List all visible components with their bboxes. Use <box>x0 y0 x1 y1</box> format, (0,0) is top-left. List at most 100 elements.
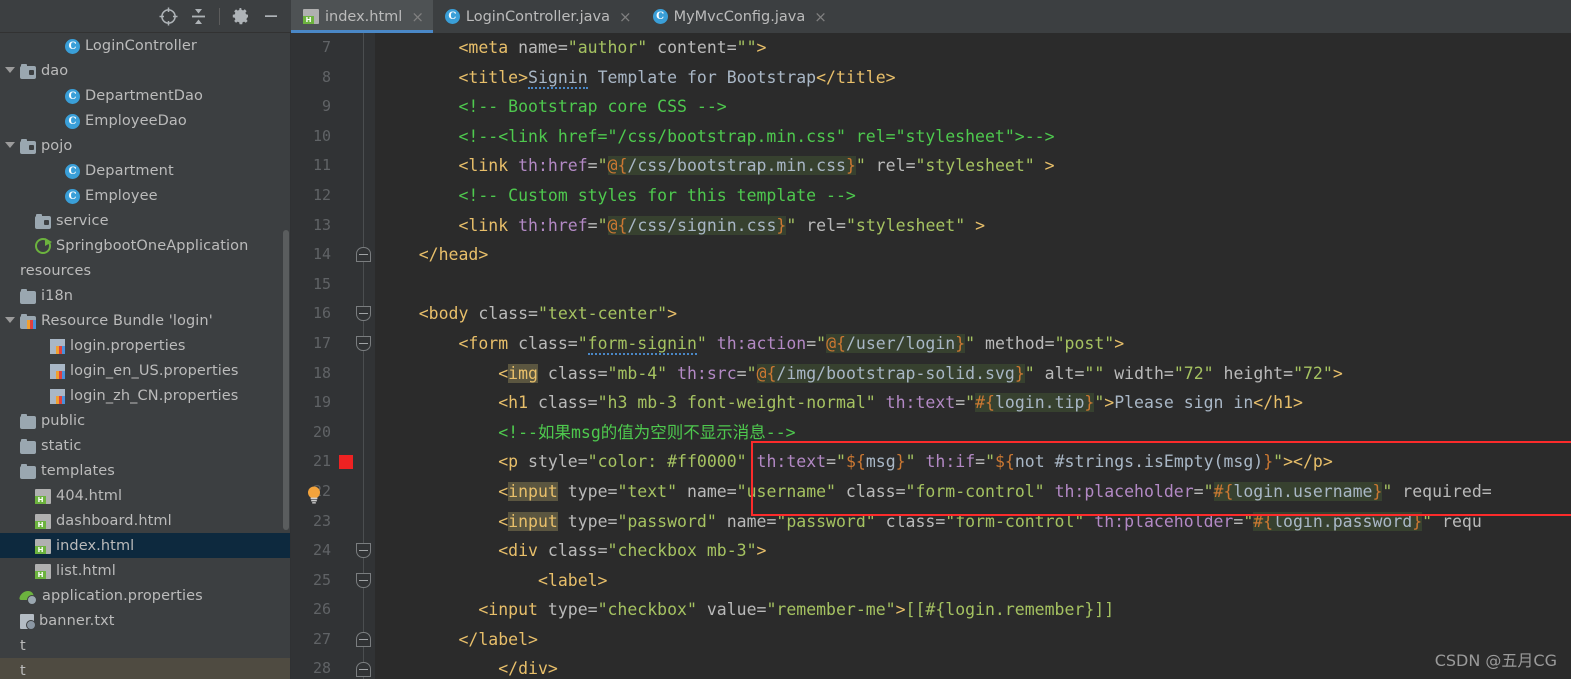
fold-toggle-icon[interactable] <box>356 336 371 351</box>
tab-mymvcconfig-java[interactable]: C MyMvcConfig.java × <box>641 0 836 33</box>
intention-bulb-icon[interactable] <box>305 485 322 504</box>
tab-index-html[interactable]: index.html × <box>291 0 433 33</box>
minimize-icon[interactable] <box>257 3 285 29</box>
collapse-all-icon[interactable] <box>184 3 212 29</box>
line-number[interactable]: 11 <box>291 151 353 181</box>
tree-item-index-html[interactable]: index.html <box>0 533 291 558</box>
tree-item-t[interactable]: t <box>0 658 291 679</box>
tree-item-service[interactable]: service <box>0 208 291 233</box>
tree-item-department[interactable]: C Department <box>0 158 291 183</box>
tree-item-public[interactable]: public <box>0 408 291 433</box>
code-line[interactable]: <h1 class="h3 mb-3 font-weight-normal" t… <box>375 388 1571 418</box>
tree-item-logincontroller[interactable]: C LoginController <box>0 33 291 58</box>
code-line[interactable]: <meta name="author" content=""> <box>375 33 1571 63</box>
tree-item-label: t <box>20 662 26 679</box>
tree-item-404-html[interactable]: 404.html <box>0 483 291 508</box>
tab-logincontroller-java[interactable]: C LoginController.java × <box>433 0 641 33</box>
tree-item-dashboard-html[interactable]: dashboard.html <box>0 508 291 533</box>
code-line[interactable]: <input type="checkbox" value="remember-m… <box>375 595 1571 625</box>
code-line[interactable]: <img class="mb-4" th:src="@{/img/bootstr… <box>375 359 1571 389</box>
tree-item-label: service <box>56 212 109 229</box>
sidebar-scrollbar[interactable] <box>283 230 289 530</box>
close-icon[interactable]: × <box>619 8 632 26</box>
tree-item-dao[interactable]: dao <box>0 58 291 83</box>
code-line[interactable]: </head> <box>375 240 1571 270</box>
tree-item-templates[interactable]: templates <box>0 458 291 483</box>
close-icon[interactable]: × <box>814 8 827 26</box>
fold-toggle-icon[interactable] <box>356 661 371 677</box>
line-number-gutter[interactable]: 7 8 9 10 11 12 13 14 15 16 17 18 19 20 21 22 23 24 25 26 27 2… <box>291 33 353 679</box>
fold-toggle-icon[interactable] <box>356 632 371 647</box>
fold-toggle-icon[interactable] <box>356 543 371 559</box>
code-line[interactable]: <label> <box>375 566 1571 596</box>
line-number[interactable]: 13 <box>291 211 353 241</box>
close-icon[interactable]: × <box>411 8 424 26</box>
tree-item-resource-bundle-login-[interactable]: Resource Bundle 'login' <box>0 308 291 333</box>
chevron-down-icon[interactable] <box>4 64 17 77</box>
tree-item-login-en-us-properties[interactable]: login_en_US.properties <box>0 358 291 383</box>
line-number[interactable]: 7 <box>291 33 353 63</box>
line-number[interactable]: 20 <box>291 418 353 448</box>
gear-icon[interactable] <box>227 3 255 29</box>
tree-item-list-html[interactable]: list.html <box>0 558 291 583</box>
line-number[interactable]: 27 <box>291 625 353 655</box>
code-folding-gutter[interactable] <box>353 33 375 679</box>
fold-toggle-icon[interactable] <box>356 247 371 263</box>
code-line[interactable] <box>375 270 1571 300</box>
fold-toggle-icon[interactable] <box>356 306 371 322</box>
tree-item-employeedao[interactable]: C EmployeeDao <box>0 108 291 133</box>
line-number[interactable]: 24 <box>291 536 353 566</box>
line-number[interactable]: 19 <box>291 388 353 418</box>
code-line[interactable]: <link th:href="@{/css/signin.css}" rel="… <box>375 211 1571 241</box>
chevron-down-icon[interactable] <box>4 314 17 327</box>
line-number-label: 16 <box>312 304 331 323</box>
line-number[interactable]: 28 <box>291 654 353 679</box>
code-line[interactable]: <!--<link href="/css/bootstrap.min.css" … <box>375 122 1571 152</box>
tree-item-login-properties[interactable]: login.properties <box>0 333 291 358</box>
code-line[interactable]: <input type="password" name="password" c… <box>375 507 1571 537</box>
code-line[interactable]: </div> <box>375 654 1571 679</box>
line-number[interactable]: 17 <box>291 329 353 359</box>
line-number[interactable]: 10 <box>291 122 353 152</box>
line-number[interactable]: 21 <box>291 447 353 477</box>
tree-item-resources[interactable]: resources <box>0 258 291 283</box>
project-tree[interactable]: C LoginController dao C DepartmentDao C Employ… <box>0 33 291 679</box>
code-line[interactable]: <link th:href="@{/css/bootstrap.min.css}… <box>375 151 1571 181</box>
tree-item-application-properties[interactable]: application.properties <box>0 583 291 608</box>
line-number[interactable]: 14 <box>291 240 353 270</box>
line-number[interactable]: 26 <box>291 595 353 625</box>
chevron-down-icon[interactable] <box>4 139 17 152</box>
code-line[interactable]: <p style="color: #ff0000" th:text="${msg… <box>375 447 1571 477</box>
line-number[interactable]: 12 <box>291 181 353 211</box>
tree-item-pojo[interactable]: pojo <box>0 133 291 158</box>
code-line[interactable]: <title>Signin Template for Bootstrap</ti… <box>375 63 1571 93</box>
line-number[interactable]: 18 <box>291 359 353 389</box>
line-number[interactable]: 9 <box>291 92 353 122</box>
line-number[interactable]: 16 <box>291 299 353 329</box>
tree-item-springbootoneapplication[interactable]: SpringbootOneApplication <box>0 233 291 258</box>
code-line[interactable]: </label> <box>375 625 1571 655</box>
tree-item-login-zh-cn-properties[interactable]: login_zh_CN.properties <box>0 383 291 408</box>
tree-item-t[interactable]: t <box>0 633 291 658</box>
tree-item-label: application.properties <box>42 587 203 604</box>
tree-item-i18n[interactable]: i18n <box>0 283 291 308</box>
line-number[interactable]: 8 <box>291 63 353 93</box>
code-line[interactable]: <input type="text" name="username" class… <box>375 477 1571 507</box>
fold-toggle-icon[interactable] <box>356 572 371 588</box>
code-line[interactable]: <!-- Bootstrap core CSS --> <box>375 92 1571 122</box>
breakpoint-marker[interactable] <box>339 455 353 470</box>
code-line[interactable]: <form class="form-signin" th:action="@{/… <box>375 329 1571 359</box>
code-text-area[interactable]: <meta name="author" content=""> <title>S… <box>375 33 1571 679</box>
code-line[interactable]: <body class="text-center"> <box>375 299 1571 329</box>
code-line[interactable]: <!-- Custom styles for this template --> <box>375 181 1571 211</box>
code-line[interactable]: <div class="checkbox mb-3"> <box>375 536 1571 566</box>
tree-item-employee[interactable]: C Employee <box>0 183 291 208</box>
tree-item-static[interactable]: static <box>0 433 291 458</box>
code-line[interactable]: <!--如果msg的值为空则不显示消息--> <box>375 418 1571 448</box>
tree-item-departmentdao[interactable]: C DepartmentDao <box>0 83 291 108</box>
locate-icon[interactable] <box>154 3 182 29</box>
line-number[interactable]: 15 <box>291 270 353 300</box>
line-number[interactable]: 25 <box>291 566 353 596</box>
tree-item-banner-txt[interactable]: banner.txt <box>0 608 291 633</box>
line-number[interactable]: 23 <box>291 507 353 537</box>
